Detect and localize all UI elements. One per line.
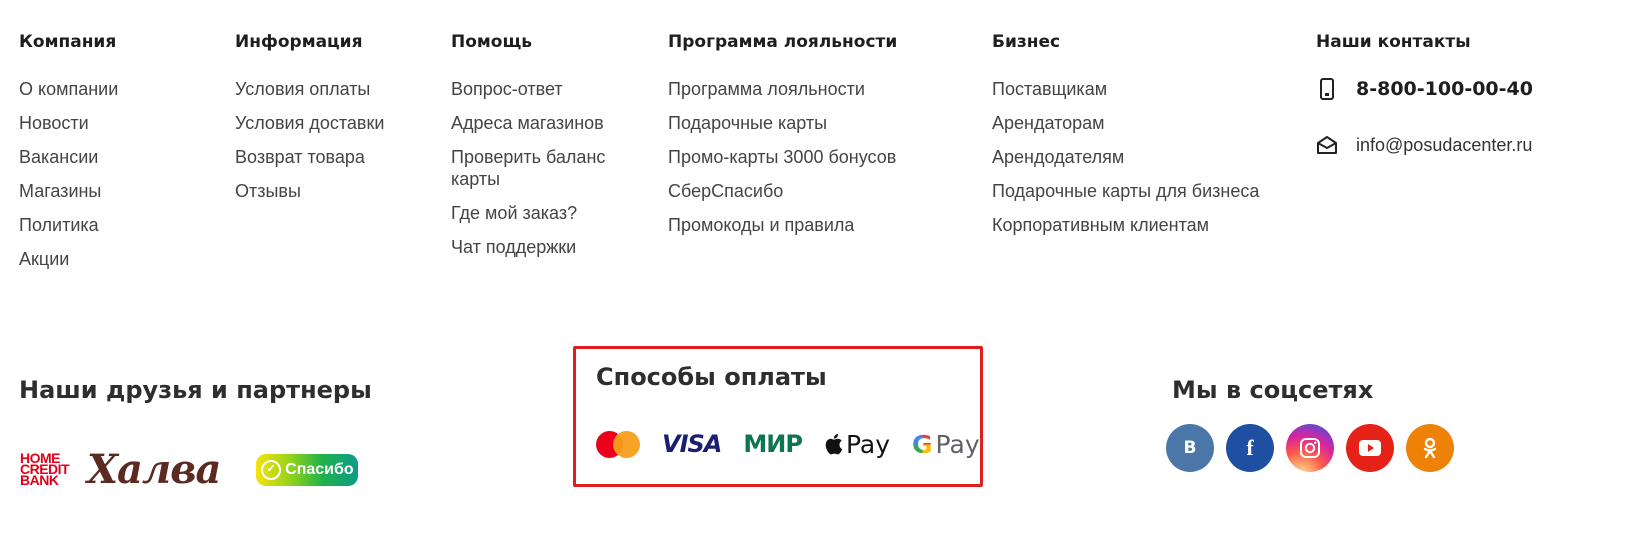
visa-logo: VISA: [662, 430, 722, 458]
halva-logo[interactable]: Халва: [87, 446, 221, 493]
link-about[interactable]: О компании: [19, 78, 118, 100]
link-promo-cards[interactable]: Промо-карты 3000 бонусов: [668, 146, 897, 168]
email-row[interactable]: info@posudacenter.ru: [1316, 134, 1533, 156]
footer-column-loyalty: Программа лояльности Программа лояльност…: [668, 30, 897, 248]
link-returns[interactable]: Возврат товара: [235, 146, 384, 168]
link-sberspasibo[interactable]: СберСпасибо: [668, 180, 897, 202]
youtube-icon[interactable]: [1346, 424, 1394, 472]
link-reviews[interactable]: Отзывы: [235, 180, 384, 202]
social-links: B f: [1166, 424, 1454, 472]
google-g-icon: G: [912, 429, 933, 459]
check-icon: ✓: [261, 459, 282, 480]
link-landlords[interactable]: Арендодателям: [992, 146, 1259, 168]
spasibo-label: Спасибо: [285, 460, 354, 478]
link-check-balance[interactable]: Проверить баланс карты: [451, 146, 641, 190]
odnoklassniki-icon[interactable]: [1406, 424, 1454, 472]
link-order-status[interactable]: Где мой заказ?: [451, 202, 641, 224]
link-delivery-terms[interactable]: Условия доставки: [235, 112, 384, 134]
link-policy[interactable]: Политика: [19, 214, 118, 236]
payment-methods-highlight: Способы оплаты VISA МИР Pay G Pay: [573, 346, 983, 487]
link-store-addresses[interactable]: Адреса магазинов: [451, 112, 641, 134]
footer-column-info: Информация Условия оплаты Условия достав…: [235, 30, 384, 214]
column-title: Компания: [19, 32, 117, 52]
email-address[interactable]: info@posudacenter.ru: [1356, 135, 1532, 156]
facebook-icon[interactable]: f: [1226, 424, 1274, 472]
link-vacancies[interactable]: Вакансии: [19, 146, 118, 168]
vk-icon[interactable]: B: [1166, 424, 1214, 472]
link-tenants[interactable]: Арендаторам: [992, 112, 1259, 134]
phone-row[interactable]: 8-800-100-00-40: [1316, 78, 1533, 100]
link-news[interactable]: Новости: [19, 112, 118, 134]
spasibo-logo[interactable]: ✓ Спасибо: [256, 453, 359, 486]
partners-title: Наши друзья и партнеры: [19, 376, 372, 404]
link-promotions[interactable]: Акции: [19, 248, 118, 270]
link-payment-terms[interactable]: Условия оплаты: [235, 78, 384, 100]
apple-pay-logo: Pay: [824, 430, 890, 459]
envelope-icon: [1316, 134, 1338, 156]
partners-logos: HOME CREDIT BANK Халва ✓ Спасибо: [20, 446, 359, 493]
apple-pay-label: Pay: [845, 429, 891, 459]
google-pay-label: Pay: [935, 429, 980, 459]
social-title: Мы в соцсетях: [1172, 376, 1374, 404]
column-title: Помощь: [451, 32, 533, 52]
mir-logo: МИР: [743, 430, 803, 458]
instagram-icon[interactable]: [1286, 424, 1334, 472]
footer-column-help: Помощь Вопрос-ответ Адреса магазинов Про…: [451, 30, 641, 270]
footer-column-contacts: Наши контакты 8-800-100-00-40 info@posud…: [1316, 30, 1533, 190]
footer-column-company: Компания О компании Новости Вакансии Маг…: [19, 30, 118, 282]
payment-logos: VISA МИР Pay G Pay: [596, 429, 980, 459]
column-title: Информация: [235, 32, 363, 52]
footer-column-business: Бизнес Поставщикам Арендаторам Арендодат…: [992, 30, 1259, 248]
link-suppliers[interactable]: Поставщикам: [992, 78, 1259, 100]
link-business-gift-cards[interactable]: Подарочные карты для бизнеса: [992, 180, 1259, 202]
link-support-chat[interactable]: Чат поддержки: [451, 236, 641, 258]
home-credit-logo[interactable]: HOME CREDIT BANK: [20, 451, 75, 487]
link-corporate-clients[interactable]: Корпоративным клиентам: [992, 214, 1259, 236]
link-gift-cards[interactable]: Подарочные карты: [668, 112, 897, 134]
column-title: Наши контакты: [1316, 32, 1471, 52]
mastercard-icon: [596, 429, 640, 459]
link-faq[interactable]: Вопрос-ответ: [451, 78, 641, 100]
google-pay-logo: G Pay: [912, 430, 980, 459]
phone-icon: [1316, 78, 1338, 100]
link-stores[interactable]: Магазины: [19, 180, 118, 202]
payment-title: Способы оплаты: [596, 363, 827, 391]
phone-number[interactable]: 8-800-100-00-40: [1356, 78, 1533, 100]
column-title: Программа лояльности: [668, 32, 898, 52]
link-promocodes[interactable]: Промокоды и правила: [668, 214, 897, 236]
link-loyalty-program[interactable]: Программа лояльности: [668, 78, 897, 100]
apple-icon: [825, 433, 843, 455]
column-title: Бизнес: [992, 32, 1061, 52]
